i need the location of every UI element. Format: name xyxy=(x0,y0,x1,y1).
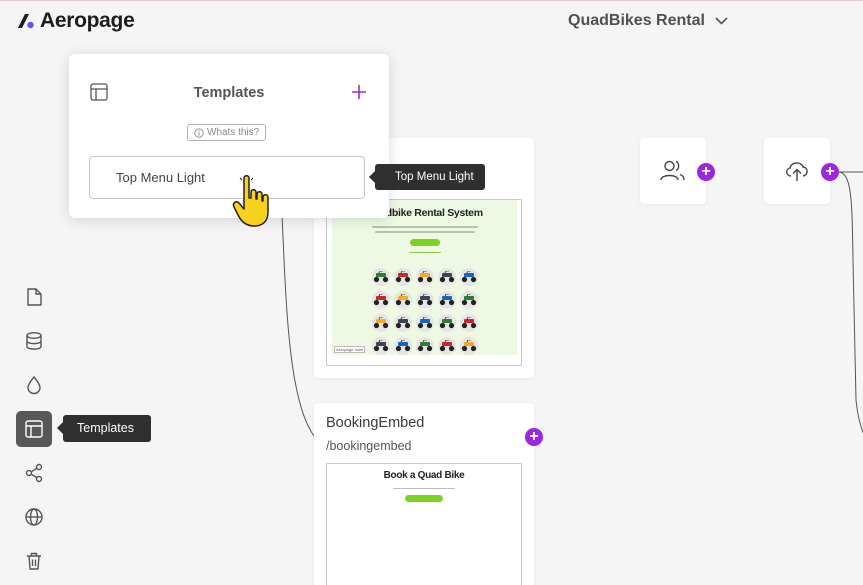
whats-this-button[interactable]: Whats this? xyxy=(187,124,267,141)
sidebar-tooltip: Templates xyxy=(57,415,151,442)
thumbnail-badge: Aeropage Indie xyxy=(334,346,366,353)
cloud-upload-icon xyxy=(786,162,808,181)
sidebar-item-domains[interactable] xyxy=(16,499,52,535)
thumbnail-bike-image xyxy=(436,266,458,289)
thumbnail-bike-image xyxy=(370,312,392,335)
thumbnail-canvas: Quadbike Rental System Aeropage Indie xyxy=(332,200,517,355)
share-icon xyxy=(25,463,43,483)
thumbnail-bike-image xyxy=(414,335,436,358)
page-thumbnail[interactable]: Quadbike Rental System Aeropage Indie xyxy=(326,199,522,366)
thumbnail-bike-image xyxy=(392,289,414,312)
whats-this-label: Whats this? xyxy=(207,127,260,138)
thumbnail-bike-image xyxy=(414,312,436,335)
droplet-icon xyxy=(27,375,41,395)
thumbnail-bike-image xyxy=(458,312,480,335)
sidebar-item-delete[interactable] xyxy=(16,543,52,579)
page-card-title: BookingEmbed xyxy=(326,415,425,431)
thumbnail-bike-image xyxy=(414,266,436,289)
globe-icon xyxy=(25,508,43,526)
thumbnail-bike-image xyxy=(392,335,414,358)
document-icon xyxy=(27,288,42,306)
thumbnail-bike-image xyxy=(392,266,414,289)
plus-icon[interactable] xyxy=(350,83,368,101)
add-node-button[interactable]: + xyxy=(697,163,715,181)
thumbnail-bike-image xyxy=(370,266,392,289)
thumbnail-bike-image xyxy=(436,312,458,335)
layout-icon xyxy=(25,420,43,438)
template-tooltip: Top Menu Light xyxy=(369,164,485,190)
trash-icon xyxy=(27,552,41,570)
sidebar-item-templates[interactable] xyxy=(16,411,52,447)
thumbnail-bike-image xyxy=(370,335,392,358)
add-connection-button[interactable]: + xyxy=(525,428,543,446)
templates-popover: Templates Whats this? Top Menu Light xyxy=(69,54,389,218)
thumbnail-bike-image xyxy=(436,335,458,358)
thumbnail-bike-image xyxy=(458,335,480,358)
sidebar-item-pages[interactable] xyxy=(16,279,52,315)
info-icon xyxy=(194,127,204,138)
bike-grid xyxy=(370,266,480,358)
page-card-bookingembed[interactable]: BookingEmbed /bookingembed Book a Quad B… xyxy=(314,403,534,585)
thumbnail-heading: Book a Quad Bike xyxy=(383,470,465,481)
page-card-path: /bookingembed xyxy=(326,439,412,453)
users-icon xyxy=(660,160,685,181)
thumbnail-bike-image xyxy=(458,266,480,289)
add-node-button[interactable]: + xyxy=(821,163,839,181)
popover-title: Templates xyxy=(193,85,265,101)
thumbnail-bike-image xyxy=(370,289,392,312)
page-thumbnail[interactable]: Book a Quad Bike xyxy=(326,463,522,585)
database-icon xyxy=(26,332,42,350)
sidebar-item-share[interactable] xyxy=(16,455,52,491)
template-item-top-menu-light[interactable]: Top Menu Light xyxy=(89,156,365,199)
thumbnail-button xyxy=(405,495,443,502)
thumbnail-bike-image xyxy=(414,289,436,312)
thumbnail-bike-image xyxy=(436,289,458,312)
hand-cursor-icon xyxy=(232,174,269,227)
sidebar-item-styles[interactable] xyxy=(16,367,52,403)
thumbnail-bike-image xyxy=(458,289,480,312)
sidebar-item-database[interactable] xyxy=(16,323,52,359)
thumbnail-bike-image xyxy=(392,312,414,335)
thumbnail-button xyxy=(410,239,440,246)
